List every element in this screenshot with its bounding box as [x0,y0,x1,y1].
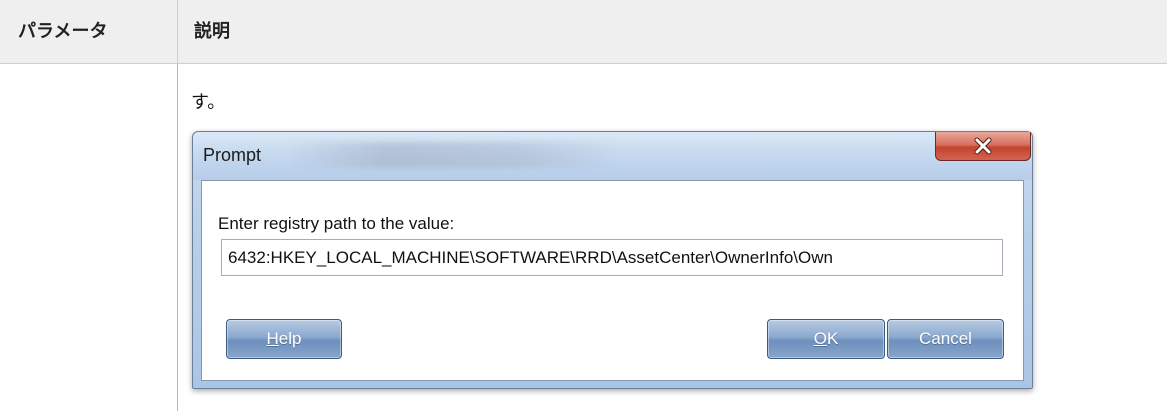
header-description: 説明 [194,21,230,42]
table-header-row: パラメータ 説明 [0,0,1167,64]
description-text: す。 [191,92,226,113]
titlebar-background-ghost [288,142,618,168]
registry-path-input[interactable] [221,239,1003,276]
dialog-titlebar[interactable]: Prompt [193,132,1032,180]
parameter-table: パラメータ 説明 す。 Prompt Enter registry path t… [0,0,1167,411]
header-parameter: パラメータ [18,21,108,42]
ok-button[interactable]: OK [767,319,885,359]
column-divider [177,0,178,63]
help-button[interactable]: Help [226,319,342,359]
dialog-title: Prompt [203,145,262,165]
dialog-content: Enter registry path to the value: Help O… [201,180,1024,381]
prompt-label: Enter registry path to the value: [218,214,455,233]
ok-mnemonic: O [813,329,827,348]
column-divider [177,64,178,411]
help-label-rest: elp [278,329,302,348]
close-button[interactable] [935,132,1031,161]
ok-label-rest: K [826,329,839,348]
help-mnemonic: H [266,329,279,348]
prompt-dialog: Prompt Enter registry path to the value:… [192,131,1033,389]
close-icon [974,137,992,155]
cancel-button[interactable]: Cancel [887,319,1004,359]
